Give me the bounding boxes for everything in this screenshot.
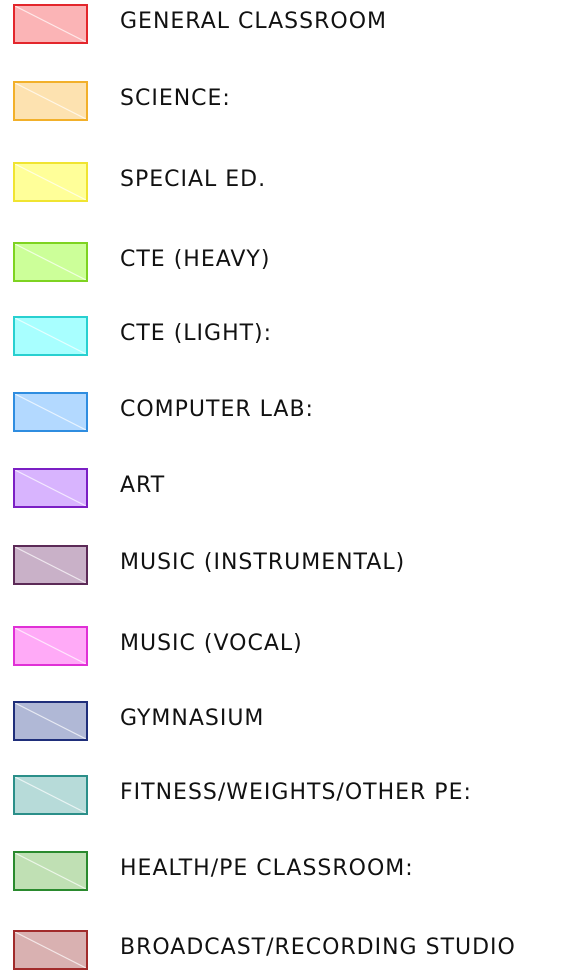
swatch-hatch bbox=[15, 164, 86, 200]
swatch-diagonal-line bbox=[15, 83, 86, 119]
legend-item-gymnasium: GYMNASIUM bbox=[0, 697, 572, 743]
legend-label: GENERAL CLASSROOM bbox=[120, 9, 388, 34]
swatch-diagonal-line bbox=[15, 932, 86, 968]
legend-swatch bbox=[13, 701, 88, 741]
legend-label: SCIENCE: bbox=[120, 86, 231, 111]
legend-label: MUSIC (INSTRUMENTAL) bbox=[120, 550, 406, 575]
legend-swatch bbox=[13, 930, 88, 970]
legend-swatch bbox=[13, 468, 88, 508]
swatch-diagonal-line bbox=[15, 244, 86, 280]
swatch-hatch bbox=[15, 932, 86, 968]
room-type-legend: GENERAL CLASSROOM SCIENCE: SPECIAL ED. C… bbox=[0, 0, 572, 977]
legend-label: CTE (LIGHT): bbox=[120, 321, 273, 346]
legend-swatch bbox=[13, 4, 88, 44]
legend-label: GYMNASIUM bbox=[120, 706, 265, 731]
legend-item-science: SCIENCE: bbox=[0, 77, 572, 123]
legend-label: BROADCAST/RECORDING STUDIO bbox=[120, 935, 516, 960]
legend-item-broadcast-recording-studio: BROADCAST/RECORDING STUDIO bbox=[0, 926, 572, 972]
legend-label: SPECIAL ED. bbox=[120, 167, 267, 192]
legend-item-music-instrumental: MUSIC (INSTRUMENTAL) bbox=[0, 541, 572, 587]
swatch-hatch bbox=[15, 6, 86, 42]
swatch-hatch bbox=[15, 83, 86, 119]
legend-label: FITNESS/WEIGHTS/OTHER PE: bbox=[120, 780, 472, 805]
swatch-diagonal-line bbox=[15, 853, 86, 889]
swatch-hatch bbox=[15, 394, 86, 430]
legend-label: MUSIC (VOCAL) bbox=[120, 631, 303, 656]
swatch-hatch bbox=[15, 853, 86, 889]
swatch-diagonal-line bbox=[15, 703, 86, 739]
swatch-hatch bbox=[15, 628, 86, 664]
swatch-hatch bbox=[15, 547, 86, 583]
legend-swatch bbox=[13, 392, 88, 432]
legend-swatch bbox=[13, 775, 88, 815]
swatch-diagonal-line bbox=[15, 164, 86, 200]
swatch-diagonal-line bbox=[15, 470, 86, 506]
swatch-hatch bbox=[15, 318, 86, 354]
legend-label: COMPUTER LAB: bbox=[120, 397, 314, 422]
swatch-hatch bbox=[15, 470, 86, 506]
legend-label: CTE (HEAVY) bbox=[120, 247, 271, 272]
legend-swatch bbox=[13, 81, 88, 121]
legend-swatch bbox=[13, 242, 88, 282]
swatch-diagonal-line bbox=[15, 394, 86, 430]
legend-item-art: ART bbox=[0, 464, 572, 510]
swatch-diagonal-line bbox=[15, 6, 86, 42]
swatch-diagonal-line bbox=[15, 628, 86, 664]
swatch-diagonal-line bbox=[15, 547, 86, 583]
swatch-hatch bbox=[15, 703, 86, 739]
legend-swatch bbox=[13, 162, 88, 202]
legend-item-general-classroom: GENERAL CLASSROOM bbox=[0, 0, 572, 46]
legend-item-health-pe-classroom: HEALTH/PE CLASSROOM: bbox=[0, 847, 572, 893]
legend-swatch bbox=[13, 851, 88, 891]
swatch-hatch bbox=[15, 244, 86, 280]
legend-item-music-vocal: MUSIC (VOCAL) bbox=[0, 622, 572, 668]
legend-swatch bbox=[13, 545, 88, 585]
legend-label: HEALTH/PE CLASSROOM: bbox=[120, 856, 414, 881]
legend-swatch bbox=[13, 626, 88, 666]
legend-item-computer-lab: COMPUTER LAB: bbox=[0, 388, 572, 434]
legend-item-cte-light: CTE (LIGHT): bbox=[0, 312, 572, 358]
legend-swatch bbox=[13, 316, 88, 356]
legend-item-fitness-weights: FITNESS/WEIGHTS/OTHER PE: bbox=[0, 771, 572, 817]
legend-item-special-ed: SPECIAL ED. bbox=[0, 158, 572, 204]
swatch-diagonal-line bbox=[15, 777, 86, 813]
swatch-diagonal-line bbox=[15, 318, 86, 354]
legend-item-cte-heavy: CTE (HEAVY) bbox=[0, 238, 572, 284]
legend-label: ART bbox=[120, 473, 166, 498]
swatch-hatch bbox=[15, 777, 86, 813]
